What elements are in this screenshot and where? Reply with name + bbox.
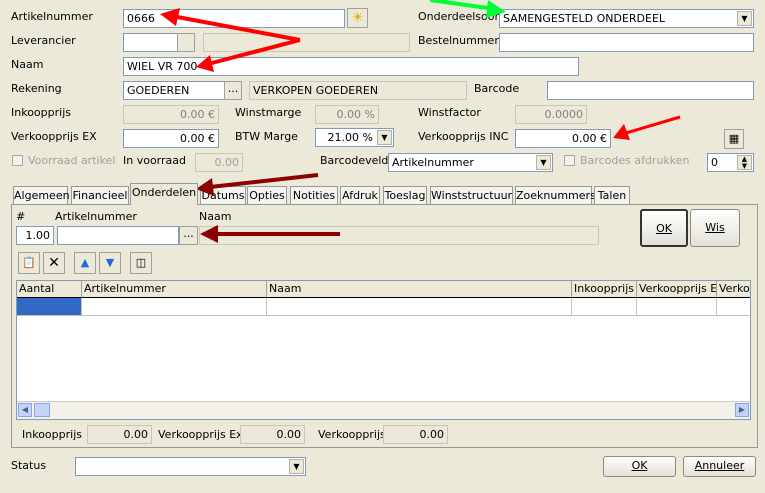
darkred-arrow-artikel-lookup	[200, 225, 340, 243]
red-arrow-verkoopprijs-inc	[613, 115, 681, 140]
red-arrow-naam	[196, 38, 301, 72]
tab-onderdelen[interactable]: Onderdelen	[130, 183, 198, 205]
darkred-arrow-onderdelen-tab	[196, 173, 319, 196]
green-arrow-onderdeelsoort	[429, 0, 506, 18]
red-arrow-artikelnummer	[160, 8, 301, 42]
annotation-arrows	[160, 0, 681, 243]
